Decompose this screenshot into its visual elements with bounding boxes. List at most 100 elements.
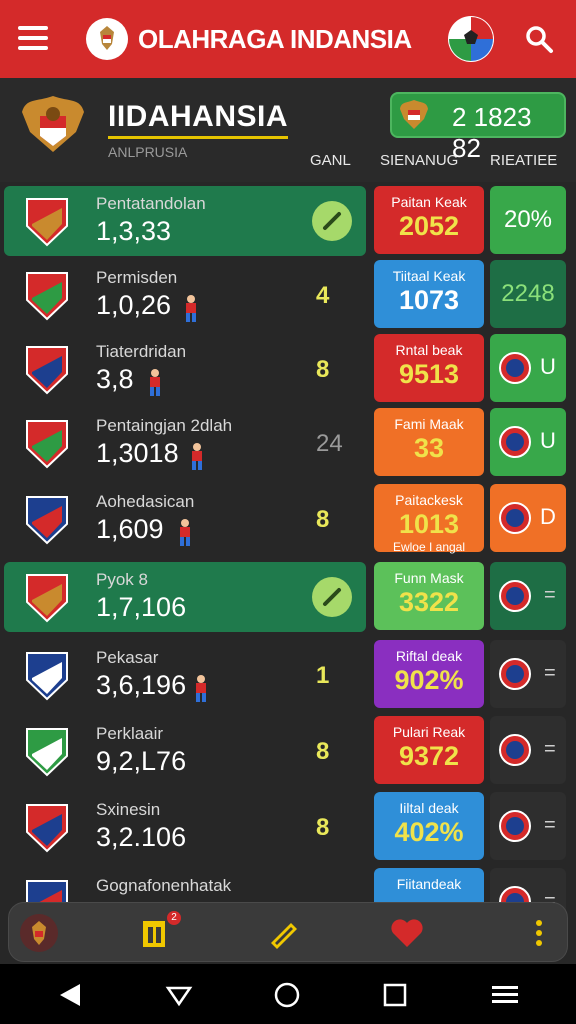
relation-box[interactable]: 2248 [490, 260, 566, 328]
stat-box-label: Rntal beak [395, 342, 463, 358]
relation-box[interactable]: = [490, 716, 566, 784]
team-row[interactable]: Permisden 1,0,26 4 Tiitaal Keak 1073 2248 [0, 260, 576, 334]
stat-box-value: 3322 [398, 587, 460, 617]
stat-box[interactable]: Funn Mask 3322 [374, 562, 484, 630]
stat-box[interactable]: Paitan Keak 2052 [374, 186, 484, 254]
team-name: Gognafonenhatak [96, 876, 232, 895]
stat-box-label: Tiitaal Keak [392, 268, 466, 284]
stat-box[interactable]: Iiltal deak 402% [374, 792, 484, 860]
team-value: 1,609 [96, 514, 164, 544]
team-name: Pentatandolan [96, 194, 206, 213]
menu-nav-icon[interactable] [490, 980, 520, 1010]
team-crest-icon [24, 344, 70, 396]
team-value: 9,2,L76 [96, 746, 187, 776]
team-row[interactable]: Pyok 8 1,7,106 Funn Mask 3322 = [0, 562, 576, 636]
relation-box[interactable]: U [490, 408, 566, 476]
team-crest-icon [24, 418, 70, 470]
stat-small: 24 [316, 430, 343, 457]
team-subtitle: ANLPRUSIA [108, 144, 188, 160]
team-name: Pekasar [96, 648, 159, 667]
team-row[interactable]: Sxinesin 3,2.106 8 Iiltal deak 402% = [0, 792, 576, 866]
team-row[interactable]: Pekasar 3,6,196 1 Riftal deak 902% = [0, 640, 576, 714]
player-icon [190, 674, 212, 704]
team-row[interactable]: Aohedasican 1,609 8 Paitackesk 1013 Ewloe I a… [0, 484, 576, 558]
stat-box-value: 1073 [398, 285, 460, 315]
home-nav-icon[interactable] [272, 980, 302, 1010]
stat-small: 4 [316, 282, 330, 309]
edit-icon[interactable] [312, 577, 352, 617]
stat-box[interactable]: Riftal deak 902% [374, 640, 484, 708]
stat-box[interactable]: Tiitaal Keak 1073 [374, 260, 484, 328]
more-icon[interactable] [525, 913, 565, 953]
menu-icon[interactable] [18, 26, 48, 50]
team-row-main[interactable]: Pentatandolan 1,3,33 [4, 186, 366, 256]
bottom-tab-bar: 2 [8, 902, 568, 962]
team-row-main[interactable]: Permisden 1,0,26 4 [4, 260, 366, 330]
relation-box[interactable]: = [490, 562, 566, 630]
team-row-main[interactable]: Pentaingjan 2dlah 1,3018 24 [4, 408, 366, 478]
relation-value: 2248 [501, 280, 555, 307]
team-name: Tiaterdridan [96, 342, 187, 361]
relation-value: = [544, 738, 556, 760]
stat-box[interactable]: Pulari Reak 9372 [374, 716, 484, 784]
stat-box-label: Paitackesk [395, 492, 463, 508]
search-icon[interactable] [524, 24, 554, 54]
team-row-main[interactable]: Pyok 8 1,7,106 [4, 562, 366, 632]
stat-small: 1 [316, 662, 330, 689]
stat-box[interactable]: Paitackesk 1013 Ewloe I angal [374, 484, 484, 554]
relation-box[interactable]: D [490, 484, 566, 552]
team-crest-icon [24, 196, 70, 248]
team-row[interactable]: Perklaair 9,2,L76 8 Pulari Reak 9372 = [0, 716, 576, 790]
team-name: Pentaingjan 2dlah [96, 416, 233, 435]
relation-box[interactable]: 20% [490, 186, 566, 254]
team-row-main[interactable]: Aohedasican 1,609 8 [4, 484, 366, 554]
relation-box[interactable]: U [490, 334, 566, 402]
relation-value: = [544, 662, 556, 684]
team-crest-icon [24, 270, 70, 322]
team-value: 1,3,33 [96, 216, 172, 246]
pencil-icon[interactable] [263, 913, 303, 953]
team-header: IIDAHANSIA ANLPRUSIA 2 1823 82 GANL SIEN… [0, 78, 576, 182]
stat-box-label: Funn Mask [394, 570, 464, 586]
edit-icon[interactable] [312, 201, 352, 241]
team-value: 3,8 [96, 364, 134, 394]
stat-box-label: Fiitandeak [396, 876, 462, 892]
stat-box[interactable]: Rntal beak 9513 [374, 334, 484, 402]
team-row-main[interactable]: Sxinesin 3,2.106 8 [4, 792, 366, 862]
column-header-sienanug[interactable]: SIENANUG [380, 152, 458, 169]
relation-value: D [540, 504, 556, 529]
team-name: Perklaair [96, 724, 164, 743]
stat-box-value: 402% [394, 817, 464, 847]
team-row-main[interactable]: Perklaair 9,2,L76 8 [4, 716, 366, 786]
team-value: 3,6,196 [96, 670, 187, 700]
player-icon [144, 368, 166, 398]
team-row-main[interactable]: Tiaterdridan 3,8 8 [4, 334, 366, 404]
home-icon[interactable] [19, 913, 59, 953]
team-row[interactable]: Pentatandolan 1,3,33 Paitan Keak 2052 20% [0, 186, 576, 260]
team-crest-icon [24, 494, 70, 546]
team-value: 1,0,26 [96, 290, 172, 320]
column-header-rieatiee[interactable]: RIEATIEE [490, 152, 557, 169]
title-underline [108, 136, 288, 139]
back-outline-icon[interactable] [164, 980, 194, 1010]
score-pill[interactable]: 2 1823 82 [390, 92, 566, 163]
team-crest-icon [24, 726, 70, 778]
club-badge-icon [498, 733, 532, 767]
column-header-ganl[interactable]: GANL [310, 152, 351, 169]
stat-box-sub: Ewloe I angal [392, 540, 466, 554]
relation-value: = [544, 814, 556, 836]
soccer-ball-icon[interactable] [448, 16, 494, 62]
team-row-main[interactable]: Pekasar 3,6,196 1 [4, 640, 366, 710]
team-name: Aohedasican [96, 492, 195, 511]
team-row[interactable]: Pentaingjan 2dlah 1,3018 24 Fami Maak 33 U [0, 408, 576, 482]
heart-icon[interactable] [387, 913, 427, 953]
back-icon[interactable] [56, 980, 86, 1010]
relation-box[interactable]: = [490, 792, 566, 860]
team-row[interactable]: Tiaterdridan 3,8 8 Rntal beak 9513 U [0, 334, 576, 408]
relation-box[interactable]: = [490, 640, 566, 708]
team-value: 1,3018 [96, 438, 179, 468]
recents-icon[interactable] [380, 980, 410, 1010]
stat-box-value: 1013 [398, 509, 460, 539]
stat-box[interactable]: Fami Maak 33 [374, 408, 484, 476]
club-badge-icon [498, 351, 532, 385]
